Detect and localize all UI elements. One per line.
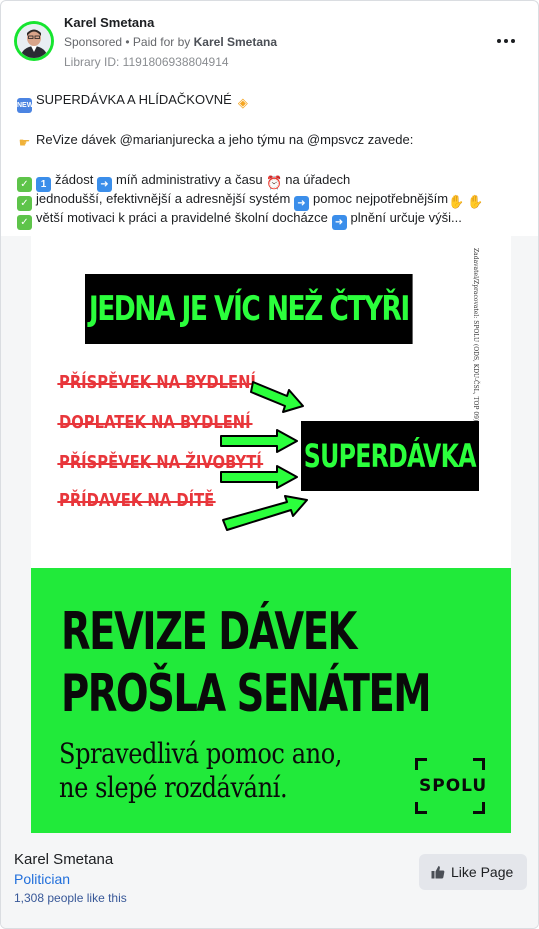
arrow-4-icon <box>222 495 308 531</box>
disclaimer-vertical-text: Zadavatel/Zpracovatel: SPOLU (ODS, KDU-Č… <box>472 248 479 422</box>
paid-for-prefix: • Paid for by <box>125 35 191 49</box>
post-item-text: jednodušší, efektivnější a adresnější sy… <box>36 191 291 206</box>
post-title-text: SUPERDÁVKA A HLÍDAČKOVNÉ <box>36 92 232 107</box>
post-item-text: na úřadech <box>285 172 351 187</box>
post-line-1: NEW SUPERDÁVKA A HLÍDAČKOVNÉ ◈ <box>17 92 254 113</box>
like-page-label: Like Page <box>451 864 514 880</box>
alarm-clock-icon: ⏰ <box>266 175 283 190</box>
arrow-3-icon <box>220 465 298 489</box>
more-options-icon[interactable] <box>495 31 519 51</box>
check-mark-icon: ✓ <box>17 177 32 192</box>
warning-diamond-icon: ◈ <box>237 95 248 110</box>
sponsored-label: Sponsored <box>64 35 123 49</box>
keycap-one-icon: 1 <box>36 177 51 192</box>
big-headline-line-2: PROŠLA SENÁTEM <box>61 664 432 724</box>
handshake-icon: ✋ <box>448 194 465 209</box>
post-line-5: ✓ větší motivaci k práci a pravidelné ško… <box>17 210 462 230</box>
post-item-text: pomoc nejpotřebnějším <box>312 191 449 206</box>
spolu-logo-text: SPOLU <box>419 776 488 796</box>
post-line-4: ✓ jednodušší, efektivnější a adresnější s… <box>17 191 486 211</box>
check-mark-icon: ✓ <box>17 196 32 211</box>
big-headline-line-1: REVIZE DÁVEK <box>61 602 357 662</box>
spolu-logo: SPOLU <box>415 758 488 814</box>
page-category[interactable]: Politician <box>14 871 70 887</box>
arrows-graphic <box>220 381 308 531</box>
result-box-label: SUPERDÁVKA <box>303 437 477 475</box>
post-item-text: žádost <box>55 172 94 187</box>
ad-card: Karel Smetana Sponsored • Paid for by Ka… <box>0 0 539 929</box>
post-item-text: plnění určuje výši... <box>350 210 462 225</box>
result-box: SUPERDÁVKA <box>301 421 479 491</box>
ad-image-upper: JEDNA JE VÍC NEŽ ČTYŘI PŘÍSPĚVEK NA BYDL… <box>31 236 511 568</box>
post-item-text: míň administrativy a času <box>115 172 263 187</box>
ad-image[interactable]: JEDNA JE VÍC NEŽ ČTYŘI PŘÍSPĚVEK NA BYDL… <box>1 236 538 833</box>
right-arrow-icon: ➜ <box>331 215 347 230</box>
post-intro-text: ReVize dávek @marianjurecka a jeho týmu … <box>36 132 414 147</box>
avatar[interactable] <box>14 21 54 61</box>
new-badge-icon: NEW <box>17 98 33 113</box>
page-footer: Karel Smetana Politician 1,308 people li… <box>1 833 538 928</box>
library-id: Library ID: 1191806938804914 <box>64 55 229 69</box>
post-line-2: ☛ ReVize dávek @marianjurecka a jeho týmu… <box>17 132 414 150</box>
right-arrow-icon: ➜ <box>293 196 309 211</box>
sponsored-line: Sponsored • Paid for by Karel Smetana <box>64 35 277 49</box>
author-name[interactable]: Karel Smetana <box>64 15 154 30</box>
like-page-button[interactable]: Like Page <box>419 854 527 890</box>
page-name[interactable]: Karel Smetana <box>14 851 113 868</box>
arrow-2-icon <box>220 429 298 453</box>
paid-for-by-name[interactable]: Karel Smetana <box>194 35 277 49</box>
arrow-1-icon <box>250 381 304 413</box>
post-line-3: ✓ 1 žádost ➜ míň administrativy a času ⏰ na … <box>17 172 350 192</box>
profile-photo <box>17 24 51 58</box>
right-arrow-icon: ➜ <box>96 177 112 192</box>
handshake-icon: ✋ <box>467 194 484 209</box>
pointing-hand-icon: ☛ <box>18 135 31 150</box>
ad-image-lower: REVIZE DÁVEK PROŠLA SENÁTEM Spravedlivá … <box>31 568 511 833</box>
post-item-text: větší motivaci k práci a pravidelné škol… <box>36 210 328 225</box>
check-mark-icon: ✓ <box>17 215 32 230</box>
page-likes-count[interactable]: 1,308 people like this <box>14 891 127 905</box>
thumbs-up-icon <box>431 866 445 879</box>
subheadline-line-1: Spravedlivá pomoc ano, <box>59 737 343 770</box>
subheadline-line-2: ne slepé rozdávání. <box>59 771 288 804</box>
